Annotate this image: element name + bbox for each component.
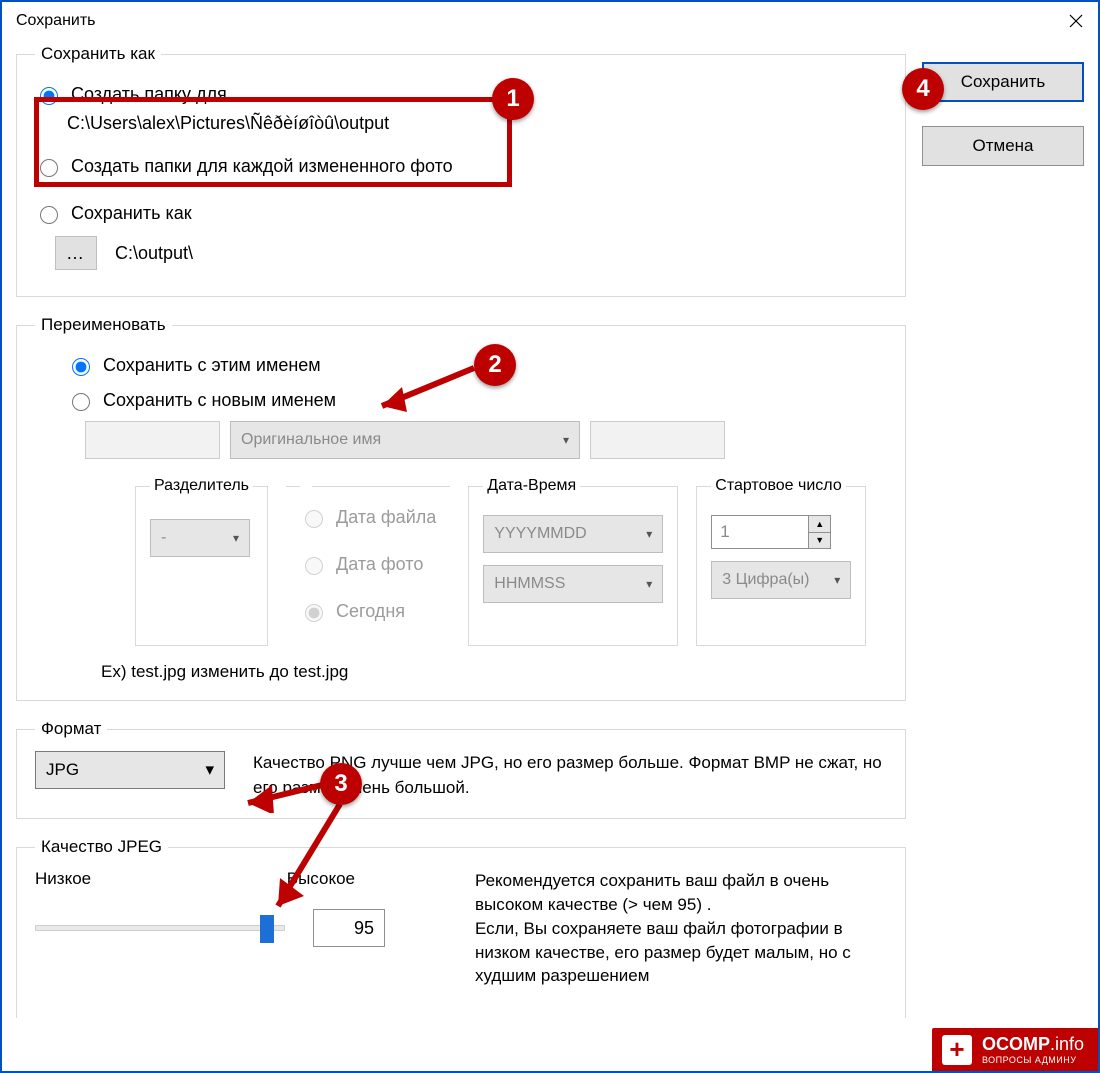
radio-date-file[interactable]: Дата файла [300, 507, 436, 528]
original-name-select[interactable]: Оригинальное имя ▾ [230, 421, 580, 459]
radio-date-today-label: Сегодня [336, 601, 405, 622]
save-button[interactable]: Сохранить [922, 62, 1084, 102]
radio-date-today-input[interactable] [305, 604, 323, 622]
save-as-path: C:\output\ [115, 243, 193, 264]
callout-2: 2 [474, 344, 516, 386]
radio-date-today[interactable]: Сегодня [300, 601, 436, 622]
watermark-plus-icon: + [942, 1035, 972, 1065]
group-save-as-legend: Сохранить как [35, 44, 161, 64]
quality-slider[interactable] [35, 925, 285, 931]
chevron-down-icon: ▾ [646, 577, 652, 591]
radio-create-folders-each[interactable]: Создать папки для каждой измененного фот… [35, 156, 887, 177]
callout-1: 1 [492, 78, 534, 120]
group-format-legend: Формат [35, 719, 107, 739]
titlebar: Сохранить [2, 2, 1098, 40]
quality-value[interactable]: 95 [313, 909, 385, 947]
radio-create-folder-input[interactable] [40, 87, 58, 105]
sub-separator-legend: Разделитель [150, 477, 253, 495]
chevron-down-icon: ▾ [646, 527, 652, 541]
group-format: Формат JPG ▾ Качество PNG лучше чем JPG,… [16, 719, 906, 819]
sub-startnum: Стартовое число 1 ▲▼ 3 Цифра(ы) ▾ [696, 477, 866, 646]
cancel-button[interactable]: Отмена [922, 126, 1084, 166]
chevron-down-icon: ▾ [563, 433, 569, 447]
radio-keep-name-input[interactable] [72, 358, 90, 376]
separator-select[interactable]: - ▾ [150, 519, 250, 557]
digits-value: 3 Цифра(ы) [722, 571, 809, 589]
radio-create-folder-label: Создать папку для [71, 84, 227, 105]
format-select-value: JPG [46, 760, 79, 780]
radio-new-name-label: Сохранить с новым именем [103, 390, 336, 411]
spinner-down-icon[interactable]: ▼ [809, 533, 830, 549]
watermark-tld: .info [1050, 1034, 1084, 1054]
callout-3: 3 [320, 763, 362, 805]
group-quality: Качество JPEG Низкое Высокое 95 [16, 837, 906, 1018]
radio-date-photo[interactable]: Дата фото [300, 554, 436, 575]
sub-datetime-legend: Дата-Время [483, 477, 580, 495]
digits-select[interactable]: 3 Цифра(ы) ▾ [711, 561, 851, 599]
radio-save-as[interactable]: Сохранить как [35, 203, 887, 224]
callout-4: 4 [902, 68, 944, 110]
radio-new-name[interactable]: Сохранить с новым именем [67, 390, 887, 411]
radio-keep-name-label: Сохранить с этим именем [103, 355, 321, 376]
radio-date-file-label: Дата файла [336, 507, 436, 528]
separator-select-value: - [161, 529, 166, 547]
watermark-tagline: ВОПРОСЫ АДМИНУ [982, 1055, 1084, 1065]
browse-button[interactable]: … [55, 236, 97, 270]
sub-separator: Разделитель - ▾ [135, 477, 268, 646]
save-dialog: Сохранить Сохранить как Создать папку дл… [0, 0, 1100, 1073]
radio-date-photo-input[interactable] [305, 557, 323, 575]
time-format-select[interactable]: HHMMSS ▾ [483, 565, 663, 603]
original-name-select-value: Оригинальное имя [241, 431, 381, 449]
sub-date-source: . Дата файла Дата фото Сегодня [286, 477, 450, 646]
chevron-down-icon: ▾ [205, 760, 214, 780]
sub-startnum-legend: Стартовое число [711, 477, 845, 495]
chevron-down-icon: ▾ [834, 573, 840, 587]
quality-high-label: Высокое [287, 869, 355, 889]
radio-create-folders-each-input[interactable] [40, 159, 58, 177]
radio-create-folders-each-label: Создать папки для каждой измененного фот… [71, 156, 453, 177]
radio-date-photo-label: Дата фото [336, 554, 423, 575]
group-rename-legend: Переименовать [35, 315, 172, 335]
date-format-select[interactable]: YYYYMMDD ▾ [483, 515, 663, 553]
radio-save-as-input[interactable] [40, 206, 58, 224]
group-quality-legend: Качество JPEG [35, 837, 168, 857]
spinner-up-icon[interactable]: ▲ [809, 516, 830, 533]
window-title: Сохранить [16, 12, 96, 30]
quality-slider-thumb[interactable] [260, 915, 274, 943]
time-format-value: HHMMSS [494, 575, 565, 593]
quality-low-label: Низкое [35, 869, 91, 889]
radio-date-file-input[interactable] [305, 510, 323, 528]
radio-save-as-label: Сохранить как [71, 203, 192, 224]
suffix-input[interactable] [590, 421, 725, 459]
watermark-brand: OCOMP [982, 1034, 1050, 1054]
group-rename: Переименовать Сохранить с этим именем Со… [16, 315, 906, 701]
format-select[interactable]: JPG ▾ [35, 751, 225, 789]
watermark: + OCOMP.info ВОПРОСЫ АДМИНУ [932, 1028, 1098, 1071]
chevron-down-icon: ▾ [233, 531, 239, 545]
date-format-value: YYYYMMDD [494, 525, 586, 543]
close-icon[interactable] [1056, 2, 1096, 40]
quality-note: Рекомендуется сохранить ваш файл в очень… [475, 869, 887, 988]
create-folder-path: C:\Users\alex\Pictures\Ñêðèíøîòû\output [67, 113, 887, 134]
startnum-spinner[interactable]: 1 ▲▼ [711, 515, 831, 549]
sub-datetime: Дата-Время YYYYMMDD ▾ HHMMSS ▾ [468, 477, 678, 646]
rename-example: Ex) test.jpg изменить до test.jpg [101, 662, 887, 682]
group-save-as: Сохранить как Создать папку для C:\Users… [16, 44, 906, 297]
startnum-value: 1 [712, 516, 808, 548]
radio-new-name-input[interactable] [72, 393, 90, 411]
radio-create-folder[interactable]: Создать папку для [35, 84, 887, 105]
prefix-input[interactable] [85, 421, 220, 459]
